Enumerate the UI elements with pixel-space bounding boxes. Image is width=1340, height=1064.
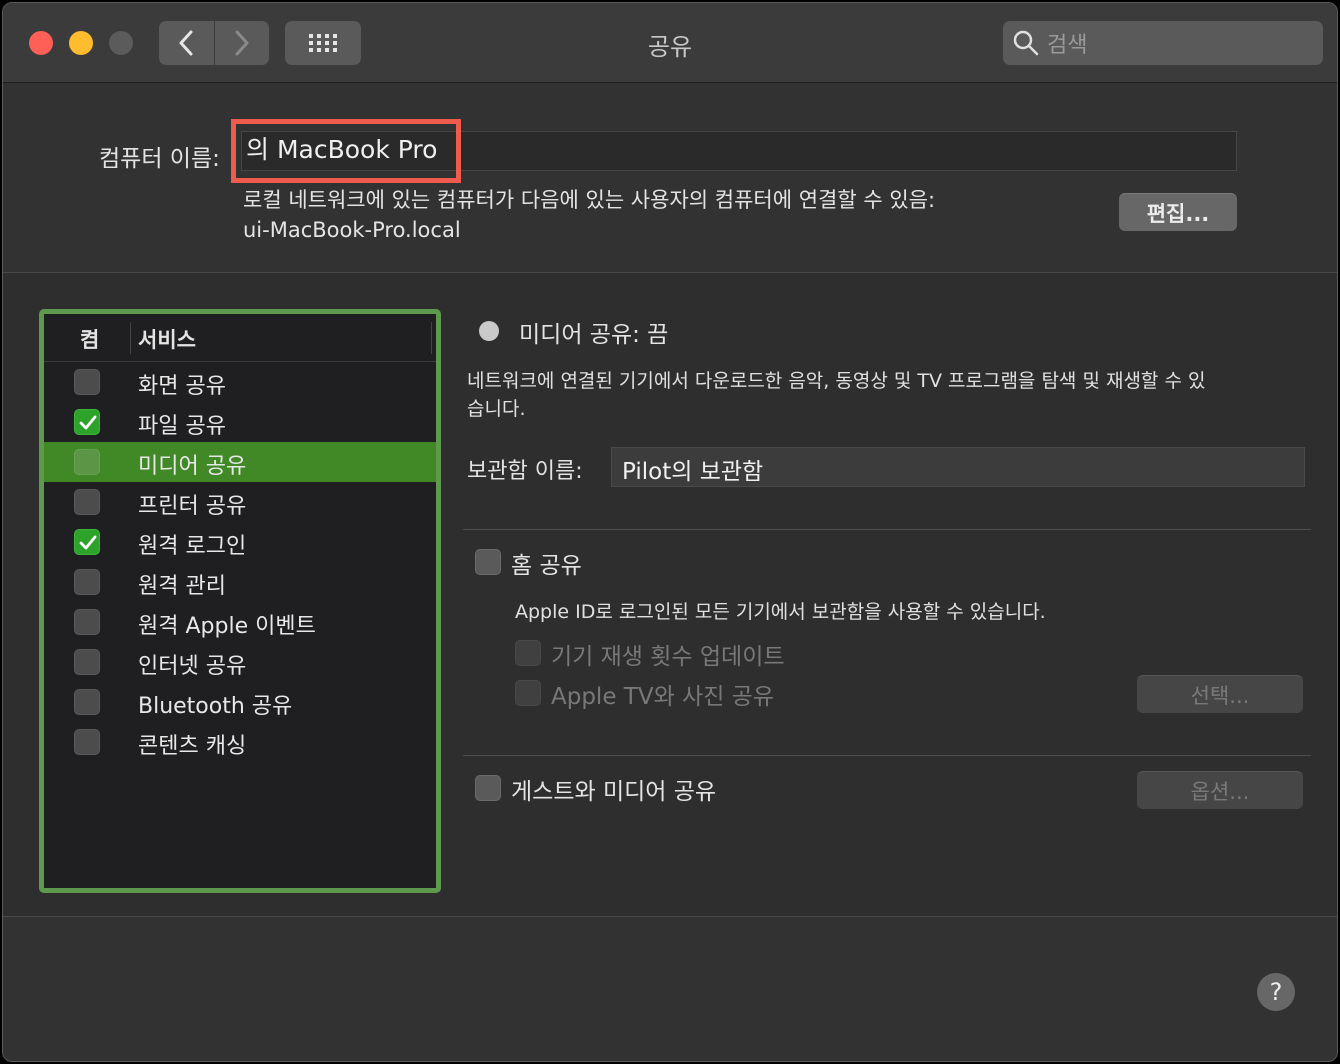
computer-name-value[interactable]: 의 MacBook Pro bbox=[231, 119, 461, 183]
computer-name-section: 컴퓨터 이름: 의 MacBook Pro 로컬 네트워크에 있는 컴퓨터가 다… bbox=[3, 83, 1337, 273]
service-label: 콘텐츠 캐싱 bbox=[138, 734, 247, 759]
service-label: 화면 공유 bbox=[138, 374, 226, 399]
service-label: 인터넷 공유 bbox=[138, 654, 247, 679]
library-name-label: 보관함 이름: bbox=[467, 459, 583, 484]
sharing-window: 공유 검색 컴퓨터 이름: 의 MacBook Pro 로컬 네트워크에 있는 … bbox=[2, 2, 1338, 1062]
options-button[interactable]: 옵션... bbox=[1137, 771, 1303, 809]
service-label: 파일 공유 bbox=[138, 414, 226, 439]
service-checkbox[interactable] bbox=[74, 449, 100, 475]
header-separator bbox=[130, 322, 131, 354]
service-checkbox[interactable] bbox=[74, 489, 100, 515]
service-label: 원격 관리 bbox=[138, 574, 226, 599]
description-line-1: 네트워크에 연결된 기기에서 다운로드한 음악, 동영상 및 TV 프로그램을 … bbox=[467, 370, 1206, 392]
status-indicator-icon bbox=[479, 321, 499, 341]
home-sharing-checkbox[interactable] bbox=[475, 549, 501, 575]
service-row[interactable]: 원격 로그인 bbox=[44, 522, 436, 562]
appletv-photos-checkbox[interactable] bbox=[515, 680, 541, 706]
service-checkbox[interactable] bbox=[74, 609, 100, 635]
service-row[interactable]: 원격 관리 bbox=[44, 562, 436, 602]
update-play-counts-checkbox[interactable] bbox=[515, 640, 541, 666]
home-sharing-description: Apple ID로 로그인된 모든 기기에서 보관함을 사용할 수 있습니다. bbox=[515, 601, 1046, 623]
services-list: 켬 서비스 화면 공유파일 공유미디어 공유프린터 공유원격 로그인원격 관리원… bbox=[39, 309, 441, 893]
service-label: 원격 로그인 bbox=[138, 534, 247, 559]
local-desc-text: 로컬 네트워크에 있는 컴퓨터가 다음에 있는 사용자의 컴퓨터에 연결할 수 … bbox=[243, 188, 936, 212]
services-rows: 화면 공유파일 공유미디어 공유프린터 공유원격 로그인원격 관리원격 Appl… bbox=[44, 362, 436, 762]
service-checkbox[interactable] bbox=[74, 729, 100, 755]
checkmark-icon bbox=[79, 535, 97, 550]
service-label: Bluetooth 공유 bbox=[138, 694, 293, 719]
service-checkbox[interactable] bbox=[74, 369, 100, 395]
header-service[interactable]: 서비스 bbox=[138, 324, 196, 354]
guest-sharing-label[interactable]: 게스트와 미디어 공유 bbox=[511, 772, 716, 806]
description-line-2: 습니다. bbox=[467, 398, 526, 420]
local-hostname: ui-MacBook-Pro.local bbox=[243, 218, 461, 242]
select-button[interactable]: 선택... bbox=[1137, 675, 1303, 713]
search-placeholder: 검색 bbox=[1047, 33, 1088, 58]
title-bar: 공유 검색 bbox=[3, 3, 1337, 83]
service-row[interactable]: 파일 공유 bbox=[44, 402, 436, 442]
service-row[interactable]: 콘텐츠 캐싱 bbox=[44, 722, 436, 762]
media-sharing-status: 미디어 공유: 끔 bbox=[519, 322, 669, 348]
local-hostname-description: 로컬 네트워크에 있는 컴퓨터가 다음에 있는 사용자의 컴퓨터에 연결할 수 … bbox=[243, 185, 935, 245]
edit-button[interactable]: 편집... bbox=[1119, 193, 1237, 231]
search-field[interactable]: 검색 bbox=[1003, 21, 1323, 65]
checkmark-icon bbox=[79, 415, 97, 430]
computer-name-label: 컴퓨터 이름: bbox=[99, 146, 220, 172]
service-checkbox[interactable] bbox=[74, 569, 100, 595]
guest-sharing-checkbox[interactable] bbox=[475, 775, 501, 801]
header-on[interactable]: 켬 bbox=[80, 324, 99, 354]
services-section: 켬 서비스 화면 공유파일 공유미디어 공유프린터 공유원격 로그인원격 관리원… bbox=[3, 273, 1337, 917]
help-button[interactable]: ? bbox=[1257, 973, 1295, 1011]
service-label: 원격 Apple 이벤트 bbox=[138, 614, 316, 639]
update-play-counts-label[interactable]: 기기 재생 횟수 업데이트 bbox=[551, 637, 785, 671]
search-icon bbox=[1013, 30, 1039, 56]
service-checkbox[interactable] bbox=[74, 689, 100, 715]
service-checkbox[interactable] bbox=[74, 409, 100, 435]
home-sharing-label[interactable]: 홈 공유 bbox=[511, 546, 582, 580]
service-label: 미디어 공유 bbox=[138, 454, 247, 479]
header-separator-right bbox=[431, 322, 432, 354]
service-checkbox[interactable] bbox=[74, 529, 100, 555]
service-checkbox[interactable] bbox=[74, 649, 100, 675]
divider bbox=[463, 529, 1311, 530]
service-row[interactable]: 미디어 공유 bbox=[44, 442, 436, 482]
service-row[interactable]: 인터넷 공유 bbox=[44, 642, 436, 682]
media-sharing-description: 네트워크에 연결된 기기에서 다운로드한 음악, 동영상 및 TV 프로그램을 … bbox=[467, 367, 1307, 423]
service-row[interactable]: 화면 공유 bbox=[44, 362, 436, 402]
library-name-field[interactable]: Pilot의 보관함 bbox=[611, 447, 1305, 487]
appletv-photos-label[interactable]: Apple TV와 사진 공유 bbox=[551, 677, 774, 711]
service-label: 프린터 공유 bbox=[138, 494, 247, 519]
service-row[interactable]: 프린터 공유 bbox=[44, 482, 436, 522]
services-list-header: 켬 서비스 bbox=[44, 314, 436, 362]
service-row[interactable]: Bluetooth 공유 bbox=[44, 682, 436, 722]
service-row[interactable]: 원격 Apple 이벤트 bbox=[44, 602, 436, 642]
divider bbox=[463, 755, 1311, 756]
